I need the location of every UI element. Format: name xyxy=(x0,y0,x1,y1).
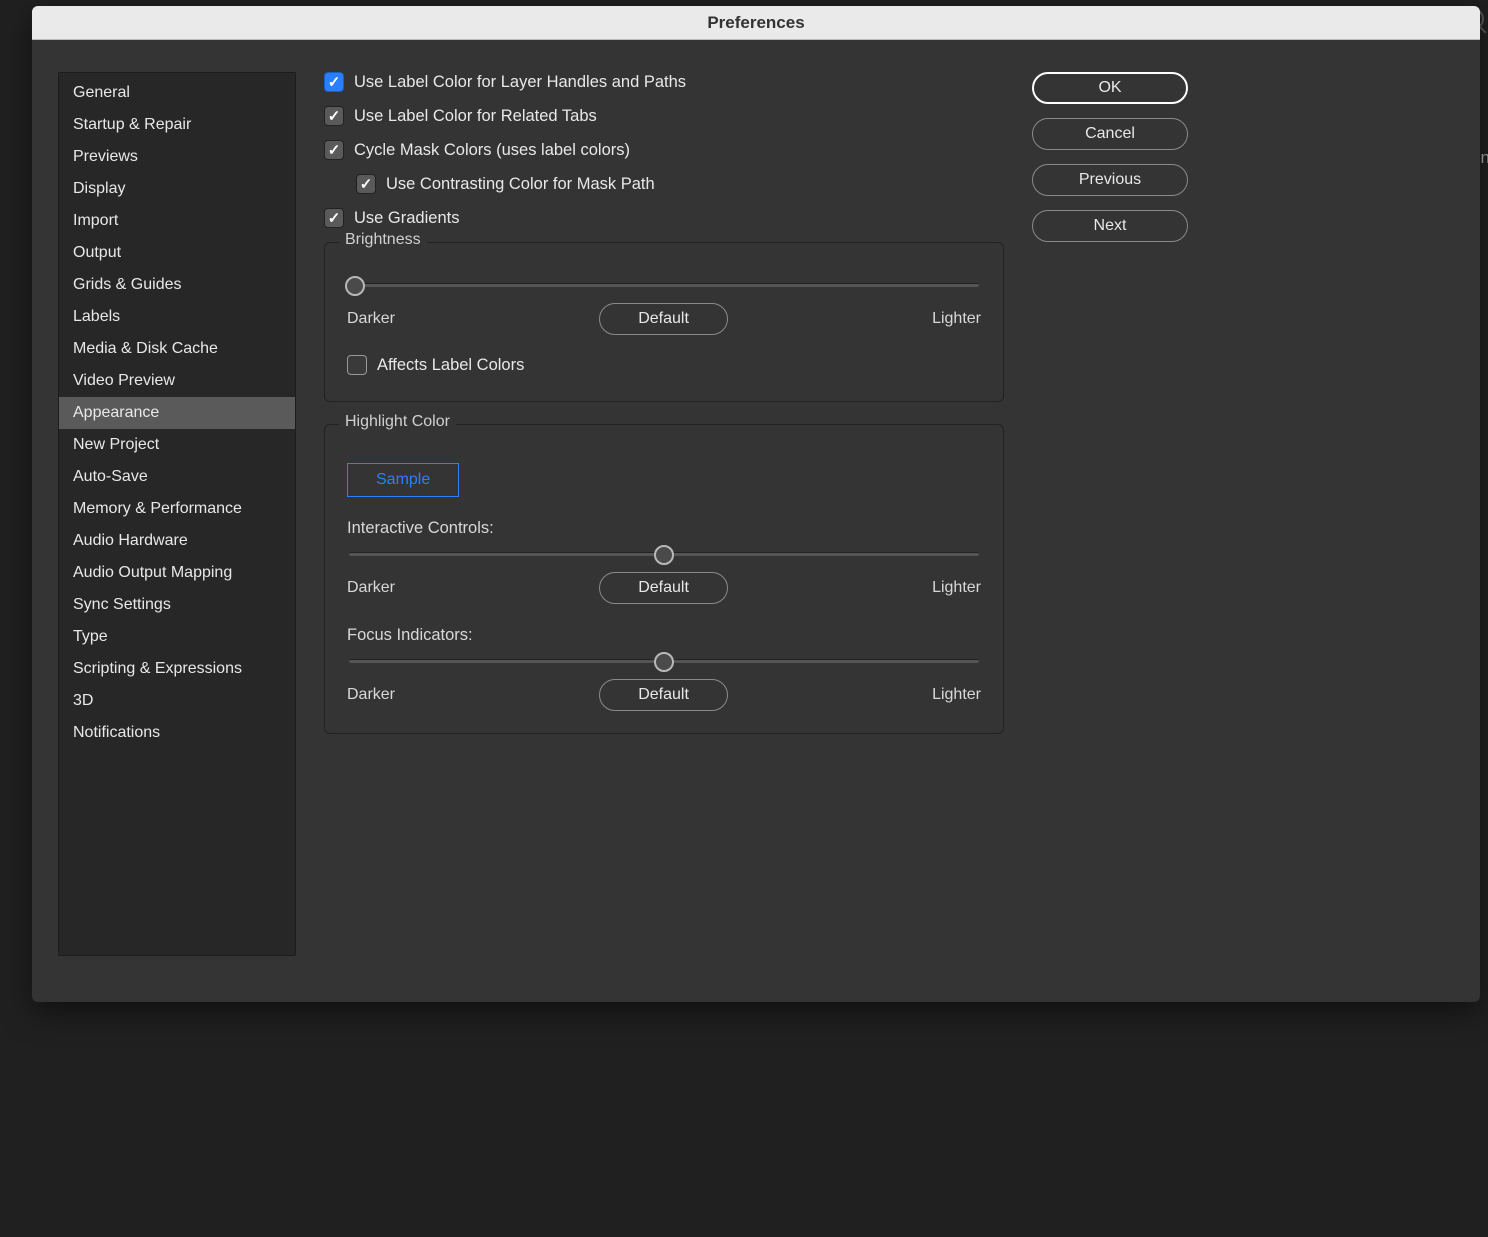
preferences-dialog: Preferences GeneralStartup & RepairPrevi… xyxy=(32,6,1480,1002)
brightness-slider-labels: Darker Default Lighter xyxy=(347,303,981,335)
interactive-default-button[interactable]: Default xyxy=(599,572,728,604)
sidebar-item-type[interactable]: Type xyxy=(59,621,295,653)
checkbox-label: Use Label Color for Related Tabs xyxy=(354,107,597,126)
checkbox-icon xyxy=(324,140,344,160)
sidebar-item-media-disk-cache[interactable]: Media & Disk Cache xyxy=(59,333,295,365)
checkbox-label: Use Label Color for Layer Handles and Pa… xyxy=(354,73,686,92)
lighter-label: Lighter xyxy=(932,686,981,704)
checkbox-label: Use Gradients xyxy=(354,209,459,228)
highlight-sample[interactable]: Sample xyxy=(347,463,459,497)
sidebar-item-import[interactable]: Import xyxy=(59,205,295,237)
checkbox-use-gradients[interactable]: Use Gradients xyxy=(324,208,1004,228)
checkbox-icon xyxy=(324,72,344,92)
sidebar-item-general[interactable]: General xyxy=(59,77,295,109)
slider-knob[interactable] xyxy=(654,652,674,672)
dialog-title: Preferences xyxy=(32,6,1480,40)
darker-label: Darker xyxy=(347,579,395,597)
sidebar-item-new-project[interactable]: New Project xyxy=(59,429,295,461)
focus-indicators-label: Focus Indicators: xyxy=(347,626,981,645)
checkbox-label: Use Contrasting Color for Mask Path xyxy=(386,175,655,194)
sidebar-item-3d[interactable]: 3D xyxy=(59,685,295,717)
preferences-sidebar: GeneralStartup & RepairPreviewsDisplayIm… xyxy=(58,72,296,956)
main-panel: Use Label Color for Layer Handles and Pa… xyxy=(324,72,1450,970)
sidebar-item-auto-save[interactable]: Auto-Save xyxy=(59,461,295,493)
sidebar-item-notifications[interactable]: Notifications xyxy=(59,717,295,749)
sidebar-item-labels[interactable]: Labels xyxy=(59,301,295,333)
slider-knob[interactable] xyxy=(654,545,674,565)
sidebar-item-audio-output-mapping[interactable]: Audio Output Mapping xyxy=(59,557,295,589)
checkbox-contrasting-mask-path[interactable]: Use Contrasting Color for Mask Path xyxy=(356,174,1004,194)
darker-label: Darker xyxy=(347,310,395,328)
checkbox-icon xyxy=(324,106,344,126)
focus-slider-labels: Darker Default Lighter xyxy=(347,679,981,711)
checkbox-label-layer-handles[interactable]: Use Label Color for Layer Handles and Pa… xyxy=(324,72,1004,92)
interactive-slider-labels: Darker Default Lighter xyxy=(347,572,981,604)
checkbox-icon xyxy=(356,174,376,194)
sidebar-item-grids-guides[interactable]: Grids & Guides xyxy=(59,269,295,301)
sidebar-item-scripting-expressions[interactable]: Scripting & Expressions xyxy=(59,653,295,685)
slider-knob[interactable] xyxy=(345,276,365,296)
slider-track xyxy=(349,552,979,556)
sidebar-item-previews[interactable]: Previews xyxy=(59,141,295,173)
highlight-legend: Highlight Color xyxy=(339,413,456,431)
focus-default-button[interactable]: Default xyxy=(599,679,728,711)
slider-track xyxy=(349,659,979,663)
checkbox-label-related-tabs[interactable]: Use Label Color for Related Tabs xyxy=(324,106,1004,126)
lighter-label: Lighter xyxy=(932,579,981,597)
dialog-body: GeneralStartup & RepairPreviewsDisplayIm… xyxy=(32,40,1480,1002)
next-button[interactable]: Next xyxy=(1032,210,1188,242)
sidebar-item-appearance[interactable]: Appearance xyxy=(59,397,295,429)
interactive-controls-slider[interactable] xyxy=(347,538,981,556)
lighter-label: Lighter xyxy=(932,310,981,328)
sidebar-item-output[interactable]: Output xyxy=(59,237,295,269)
brightness-legend: Brightness xyxy=(339,231,427,249)
dialog-button-column: OK Cancel Previous Next xyxy=(1032,72,1188,970)
checkbox-label: Cycle Mask Colors (uses label colors) xyxy=(354,141,630,160)
sidebar-item-sync-settings[interactable]: Sync Settings xyxy=(59,589,295,621)
previous-button[interactable]: Previous xyxy=(1032,164,1188,196)
appearance-settings: Use Label Color for Layer Handles and Pa… xyxy=(324,72,1004,970)
sidebar-item-startup-repair[interactable]: Startup & Repair xyxy=(59,109,295,141)
checkbox-affects-label-colors[interactable]: Affects Label Colors xyxy=(347,355,981,375)
cancel-button[interactable]: Cancel xyxy=(1032,118,1188,150)
darker-label: Darker xyxy=(347,686,395,704)
ok-button[interactable]: OK xyxy=(1032,72,1188,104)
highlight-color-group: Highlight Color Sample Interactive Contr… xyxy=(324,424,1004,734)
focus-indicators-slider[interactable] xyxy=(347,645,981,663)
checkbox-icon xyxy=(324,208,344,228)
checkbox-icon xyxy=(347,355,367,375)
sidebar-item-memory-performance[interactable]: Memory & Performance xyxy=(59,493,295,525)
sidebar-item-display[interactable]: Display xyxy=(59,173,295,205)
brightness-default-button[interactable]: Default xyxy=(599,303,728,335)
checkbox-label: Affects Label Colors xyxy=(377,356,524,375)
interactive-controls-label: Interactive Controls: xyxy=(347,519,981,538)
slider-track xyxy=(349,283,979,287)
checkbox-cycle-mask-colors[interactable]: Cycle Mask Colors (uses label colors) xyxy=(324,140,1004,160)
sidebar-item-audio-hardware[interactable]: Audio Hardware xyxy=(59,525,295,557)
sidebar-item-video-preview[interactable]: Video Preview xyxy=(59,365,295,397)
brightness-slider[interactable] xyxy=(347,269,981,287)
brightness-group: Brightness Darker Default Lighter Affect… xyxy=(324,242,1004,402)
